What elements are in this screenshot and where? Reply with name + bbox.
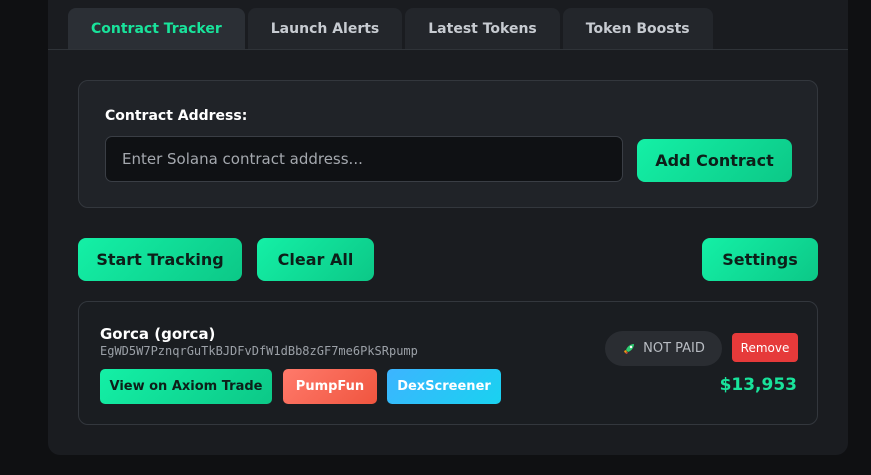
add-contract-button[interactable]: Add Contract	[637, 139, 792, 182]
pumpfun-button[interactable]: PumpFun	[283, 369, 377, 404]
contract-input-card: Contract Address: Add Contract	[78, 80, 818, 208]
contract-address-input[interactable]	[105, 136, 623, 182]
token-card: Gorca (gorca) EgWD5W7PznqrGuTkBJDFvDfW1d…	[78, 301, 818, 425]
tab-divider	[48, 49, 848, 50]
clear-all-button[interactable]: Clear All	[257, 238, 374, 281]
rocket-icon	[622, 342, 636, 356]
token-address: EgWD5W7PznqrGuTkBJDFvDfW1dBb8zGF7me6PkSR…	[100, 344, 418, 358]
tab-latest-tokens[interactable]: Latest Tokens	[405, 8, 560, 49]
tab-token-boosts[interactable]: Token Boosts	[562, 8, 713, 49]
payment-status-text: NOT PAID	[643, 341, 705, 356]
tab-contract-tracker[interactable]: Contract Tracker	[68, 8, 245, 49]
token-name: Gorca (gorca)	[100, 325, 216, 343]
contract-address-label: Contract Address:	[105, 108, 248, 124]
tab-bar: Contract Tracker Launch Alerts Latest To…	[68, 8, 713, 49]
tab-launch-alerts[interactable]: Launch Alerts	[247, 8, 403, 49]
payment-status-badge: NOT PAID	[605, 331, 722, 366]
view-on-axiom-button[interactable]: View on Axiom Trade	[100, 369, 272, 404]
remove-token-button[interactable]: Remove	[732, 333, 798, 362]
dexscreener-button[interactable]: DexScreener	[387, 369, 501, 404]
token-price: $13,953	[719, 375, 797, 395]
start-tracking-button[interactable]: Start Tracking	[78, 238, 242, 281]
settings-button[interactable]: Settings	[702, 238, 818, 281]
